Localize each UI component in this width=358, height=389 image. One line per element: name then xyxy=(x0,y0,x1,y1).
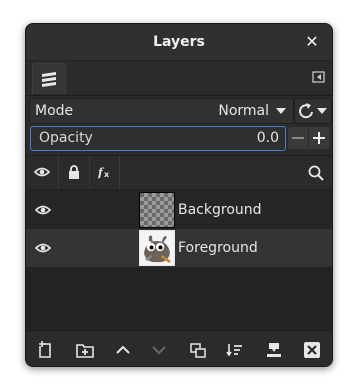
opacity-value: 0.0 xyxy=(256,130,279,146)
delete-layer-button[interactable] xyxy=(301,339,323,361)
new-layer-icon xyxy=(39,341,51,358)
layers-stack-icon xyxy=(42,72,56,87)
effects-header-icon: f x xyxy=(98,166,110,179)
transparent-checkerboard-icon xyxy=(140,193,174,227)
reset-mode-button[interactable] xyxy=(294,98,332,124)
raise-layer-icon xyxy=(116,345,130,354)
effects-column-header[interactable]: f x xyxy=(90,156,120,189)
layer-name[interactable]: Background xyxy=(178,191,262,229)
opacity-row: Opacity 0.0 xyxy=(26,125,332,153)
anchor-layer-button[interactable] xyxy=(263,339,285,361)
minus-icon xyxy=(292,137,304,139)
dock-tab-bar xyxy=(26,61,332,96)
delete-layer-icon xyxy=(304,342,320,358)
opacity-spinscale[interactable]: Opacity 0.0 xyxy=(30,126,286,151)
lock-column-header[interactable] xyxy=(59,156,90,189)
lower-layer-button[interactable] xyxy=(148,339,170,361)
search-button[interactable] xyxy=(300,156,332,189)
window-title: Layers xyxy=(153,34,205,50)
title-bar: Layers ✕ xyxy=(26,24,332,61)
mode-row: Mode Normal xyxy=(26,96,332,124)
layers-dialog: Layers ✕ Mode Normal Opacity 0.0 f x Bac… xyxy=(25,23,333,367)
merge-down-button[interactable] xyxy=(224,339,246,361)
layers-footer-toolbar xyxy=(26,330,332,366)
opacity-label: Opacity xyxy=(39,130,93,146)
raise-layer-button[interactable] xyxy=(112,339,134,361)
mode-label: Mode xyxy=(35,103,74,119)
lower-layer-icon xyxy=(152,346,166,355)
plus-icon xyxy=(313,132,325,144)
mode-dropdown[interactable]: Mode Normal xyxy=(29,98,294,124)
new-layer-button[interactable] xyxy=(35,339,57,361)
layer-thumbnail[interactable] xyxy=(139,192,175,228)
layer-name-column-header xyxy=(120,156,300,189)
visibility-column-header[interactable] xyxy=(26,156,59,189)
mode-value: Normal xyxy=(218,103,269,119)
visibility-toggle-icon[interactable] xyxy=(35,241,51,255)
layer-list[interactable]: Background Foreground xyxy=(26,189,332,330)
layer-row-foreground[interactable]: Foreground xyxy=(26,229,332,267)
new-layer-group-button[interactable] xyxy=(74,339,96,361)
layer-list-header: f x xyxy=(26,155,332,190)
anchor-layer-icon xyxy=(267,343,281,357)
new-layer-group-icon xyxy=(76,344,94,358)
layer-thumbnail[interactable] xyxy=(139,230,175,266)
duplicate-layer-icon xyxy=(190,343,206,358)
visibility-toggle-icon[interactable] xyxy=(35,203,51,217)
visibility-header-icon xyxy=(34,167,50,177)
duplicate-layer-button[interactable] xyxy=(187,339,209,361)
opacity-increment-button[interactable] xyxy=(309,127,329,149)
tab-layers[interactable] xyxy=(32,63,66,94)
chevron-down-icon xyxy=(276,108,286,114)
tab-menu-icon[interactable] xyxy=(312,70,326,84)
layer-name[interactable]: Foreground xyxy=(178,229,258,267)
lock-header-icon xyxy=(69,165,79,179)
merge-down-icon xyxy=(226,344,242,357)
opacity-decrement-button[interactable] xyxy=(288,127,308,149)
reset-mode-icon xyxy=(299,103,327,119)
wilber-mascot-icon xyxy=(140,231,174,265)
svg-text:x: x xyxy=(104,170,110,179)
layer-row-background[interactable]: Background xyxy=(26,191,332,229)
search-icon xyxy=(308,165,324,181)
close-icon[interactable]: ✕ xyxy=(302,32,322,52)
